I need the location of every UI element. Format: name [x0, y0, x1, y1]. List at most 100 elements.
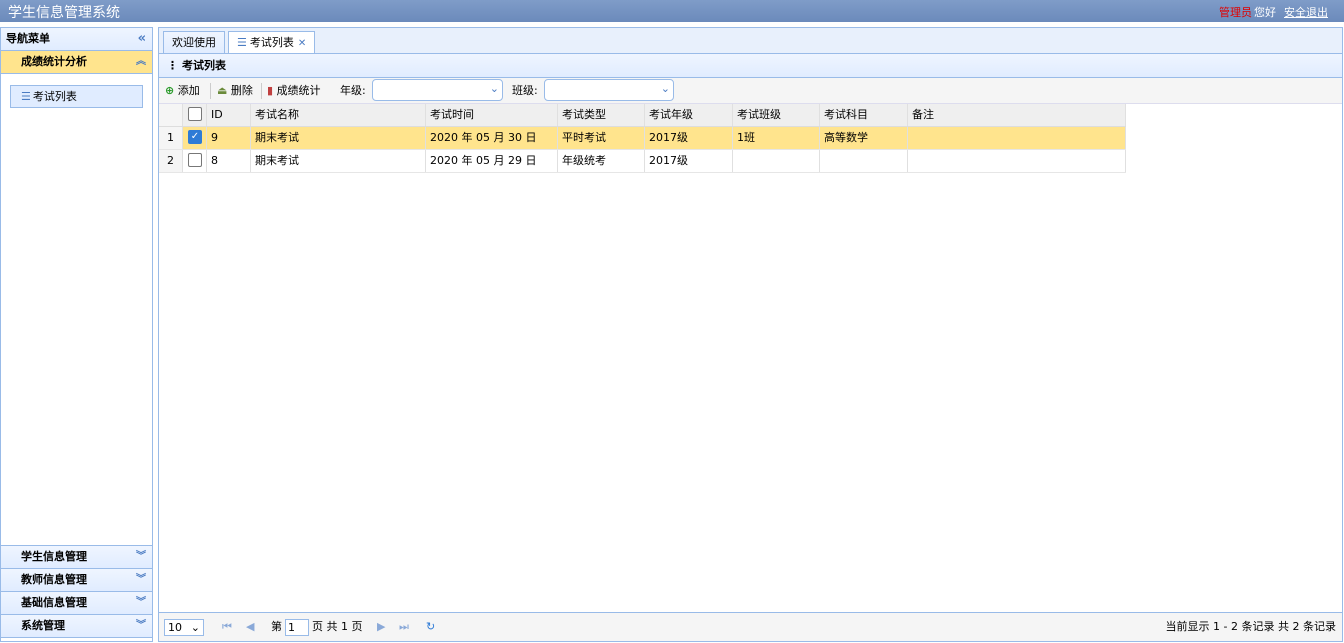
chevron-down-icon[interactable]: ︾: [136, 546, 146, 568]
page-size-value: 10: [168, 621, 182, 634]
chevron-up-icon[interactable]: ︽: [136, 51, 146, 73]
class-label: 班级:: [512, 84, 538, 97]
next-page-icon[interactable]: ▶: [377, 619, 385, 635]
user-area: 管理员 您好 安全退出: [1219, 4, 1328, 20]
list-icon: ☰: [21, 90, 31, 103]
page-number-value: 1: [288, 621, 295, 634]
accordion-teacher-info[interactable]: 教师信息管理 ︾: [1, 569, 152, 592]
cell-id: 9: [207, 127, 251, 149]
column-header[interactable]: 考试类型: [558, 104, 645, 126]
accordion-label: 系统管理: [21, 619, 65, 632]
row-checkbox[interactable]: ✓: [183, 127, 207, 149]
accordion-label: 成绩统计分析: [21, 55, 87, 68]
prev-page-icon[interactable]: ◀: [246, 619, 254, 635]
stats-button[interactable]: ▮ 成绩统计: [267, 82, 321, 100]
cell-exam-subject: [820, 150, 908, 172]
main-panel: ⋮ 考试列表 ⊕ 添加 ⏏ 删除 ▮ 成绩统计 年级: ⌄ 班级: ⌄ ID 考…: [158, 53, 1343, 642]
chevron-down-icon[interactable]: ⌄: [490, 82, 499, 95]
accordion-label: 学生信息管理: [21, 550, 87, 563]
cell-exam-class: [733, 150, 820, 172]
cell-remark: [908, 150, 1126, 172]
cell-exam-type: 年级统考: [558, 150, 645, 172]
greeting: 您好: [1254, 6, 1276, 19]
logout-link[interactable]: 安全退出: [1284, 6, 1328, 19]
table-row[interactable]: 1 ✓ 9 期末考试 2020 年 05 月 30 日 平时考试 2017级 1…: [159, 127, 1126, 150]
cell-id: 8: [207, 150, 251, 172]
add-button-label: 添加: [177, 84, 200, 97]
delete-icon: ⏏: [217, 84, 228, 97]
cell-exam-name: 期末考试: [251, 127, 426, 149]
tab-bar: 欢迎使用 ☰ 考试列表 ✕: [158, 27, 1343, 55]
rownum-header: [159, 104, 183, 126]
sidebar-item-exam-list[interactable]: ☰ 考试列表: [10, 85, 143, 108]
checkbox-icon: [188, 153, 202, 167]
accordion-grade-analysis[interactable]: 成绩统计分析 ︽: [1, 51, 152, 74]
toolbar: ⊕ 添加 ⏏ 删除 ▮ 成绩统计 年级: ⌄ 班级: ⌄: [159, 78, 1342, 104]
accordion-student-info[interactable]: 学生信息管理 ︾: [1, 545, 152, 569]
tab-welcome[interactable]: 欢迎使用: [163, 31, 225, 54]
row-number: 1: [159, 127, 183, 149]
first-page-icon[interactable]: ⏮: [222, 619, 232, 635]
tab-label: 考试列表: [249, 36, 294, 49]
accordion-system[interactable]: 系统管理 ︾: [1, 615, 152, 638]
select-all-checkbox[interactable]: [183, 104, 207, 126]
top-bar: 学生信息管理系统 管理员 您好 安全退出: [0, 0, 1344, 22]
tab-label: 欢迎使用: [172, 36, 216, 49]
page-prefix: 第: [271, 620, 282, 633]
last-page-icon[interactable]: ⏭: [399, 619, 409, 635]
table-row[interactable]: 2 8 期末考试 2020 年 05 月 29 日 年级统考 2017级: [159, 150, 1126, 173]
add-button[interactable]: ⊕ 添加: [165, 82, 200, 100]
tab-exam-list[interactable]: ☰ 考试列表 ✕: [228, 31, 316, 55]
cell-exam-date: 2020 年 05 月 30 日: [426, 127, 558, 149]
pagination-bar: 10 ⌄ ⏮ ◀ 第 1 页 共 1 页 ▶ ⏭ ↻ 当前显示 1 - 2 条记录…: [159, 612, 1342, 641]
column-header[interactable]: 考试班级: [733, 104, 820, 126]
accordion-body: ☰ 考试列表: [1, 74, 152, 545]
pagination-summary: 当前显示 1 - 2 条记录 共 2 条记录: [1165, 620, 1336, 633]
cell-exam-date: 2020 年 05 月 29 日: [426, 150, 558, 172]
list-icon: ☰: [237, 36, 247, 49]
sidebar-header: 导航菜单 «: [1, 28, 152, 51]
column-header[interactable]: 考试年级: [645, 104, 733, 126]
accordion-basic-info[interactable]: 基础信息管理 ︾: [1, 592, 152, 615]
bar-chart-icon: ▮: [267, 84, 274, 97]
checkbox-icon: [188, 107, 202, 121]
cell-exam-grade: 2017级: [645, 127, 733, 149]
page-suffix: 页 共 1 页: [312, 620, 363, 633]
chevron-down-icon[interactable]: ︾: [136, 615, 146, 637]
page-size-select[interactable]: 10 ⌄: [164, 619, 204, 636]
grade-select[interactable]: ⌄: [372, 79, 503, 101]
table-header-row: ID 考试名称 考试时间 考试类型 考试年级 考试班级 考试科目 备注: [159, 104, 1126, 127]
toolbar-divider: [210, 83, 211, 99]
checkmark-icon: ✓: [188, 130, 202, 144]
cell-exam-type: 平时考试: [558, 127, 645, 149]
collapse-left-icon[interactable]: «: [138, 28, 146, 50]
grade-label: 年级:: [340, 84, 366, 97]
delete-button-label: 删除: [230, 84, 253, 97]
delete-button[interactable]: ⏏ 删除: [217, 82, 253, 100]
cell-exam-subject: 高等数学: [820, 127, 908, 149]
class-select[interactable]: ⌄: [544, 79, 674, 101]
column-header[interactable]: 考试名称: [251, 104, 426, 126]
chevron-down-icon[interactable]: ︾: [136, 592, 146, 614]
cell-exam-class: 1班: [733, 127, 820, 149]
stats-button-label: 成绩统计: [276, 84, 321, 97]
cell-exam-name: 期末考试: [251, 150, 426, 172]
column-header[interactable]: 考试科目: [820, 104, 908, 126]
toolbar-divider: [261, 83, 262, 99]
column-header[interactable]: ID: [207, 104, 251, 126]
sidebar: 导航菜单 « 成绩统计分析 ︽ ☰ 考试列表 学生信息管理 ︾ 教师信息管理 ︾ …: [0, 27, 153, 642]
chevron-down-icon[interactable]: ⌄: [661, 82, 670, 95]
column-header[interactable]: 考试时间: [426, 104, 558, 126]
panel-header: ⋮ 考试列表: [159, 54, 1342, 78]
cell-exam-grade: 2017级: [645, 150, 733, 172]
user-role: 管理员: [1219, 6, 1252, 19]
chevron-down-icon[interactable]: ︾: [136, 569, 146, 591]
column-header[interactable]: 备注: [908, 104, 1126, 126]
sidebar-item-label: 考试列表: [32, 90, 77, 103]
refresh-icon[interactable]: ↻: [426, 619, 435, 635]
panel-title: 考试列表: [182, 59, 226, 72]
page-number-input[interactable]: 1: [285, 619, 309, 636]
row-checkbox[interactable]: [183, 150, 207, 172]
close-icon[interactable]: ✕: [298, 38, 306, 49]
app-title: 学生信息管理系统: [8, 5, 120, 21]
